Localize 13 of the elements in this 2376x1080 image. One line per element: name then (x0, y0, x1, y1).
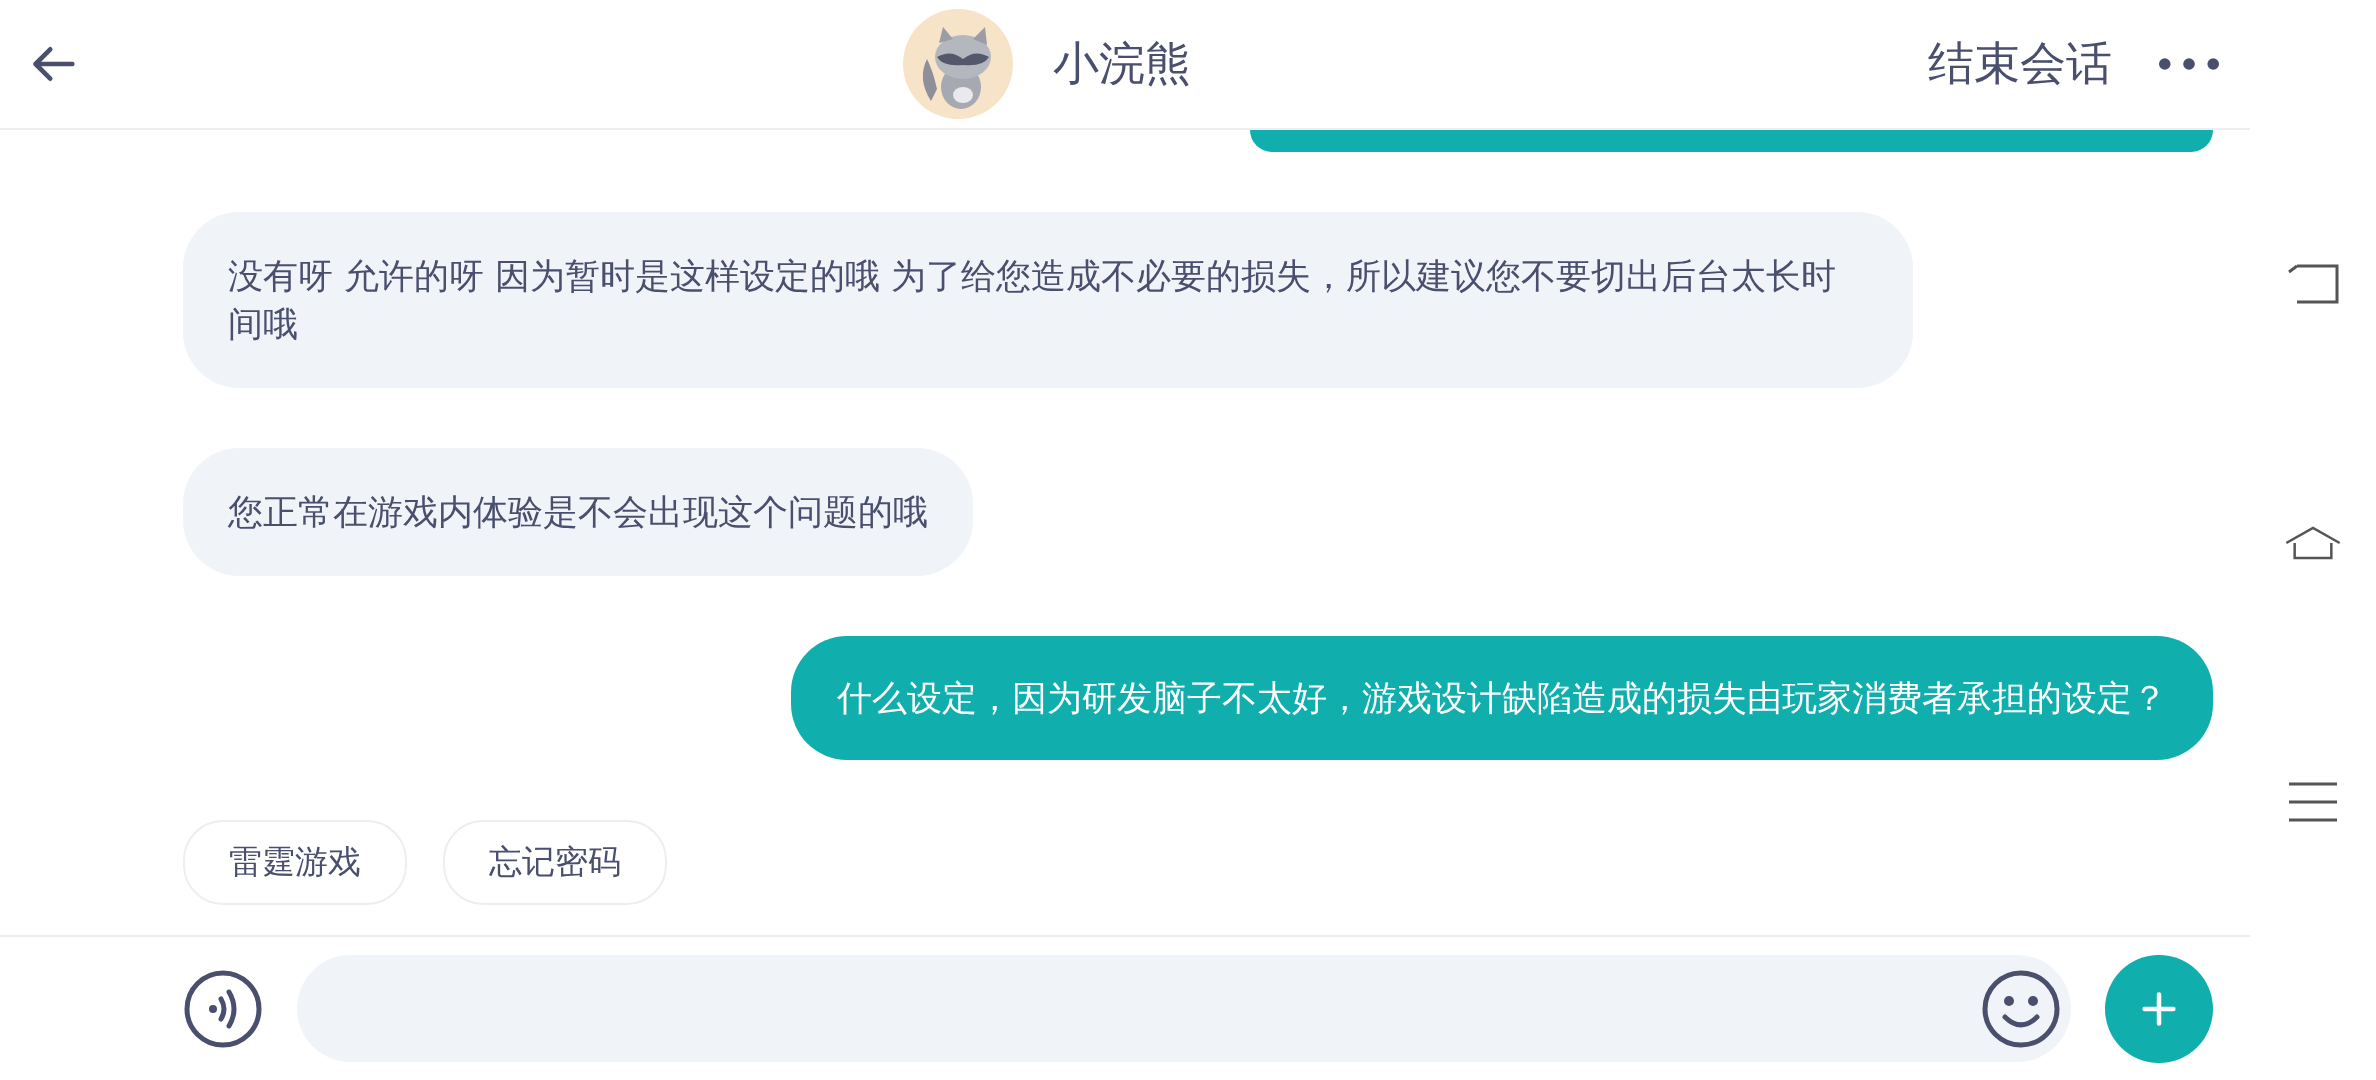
quick-reply-button[interactable]: 忘记密码 (443, 820, 667, 905)
message-bubble: 什么设定，因为研发脑子不太好，游戏设计缺陷造成的损失由玩家消费者承担的设定？ (791, 636, 2213, 760)
raccoon-avatar-icon (903, 9, 1013, 119)
message-bubble: 您正常在游戏内体验是不会出现这个问题的哦 (183, 448, 973, 576)
back-icon[interactable] (30, 44, 76, 84)
message-bubble: 没有呀 允许的呀 因为暂时是这样设定的哦 为了给您造成不必要的损失，所以建议您不要切出后台太长时间哦 (183, 212, 1913, 388)
end-chat-button[interactable]: 结束会话 (1928, 33, 2112, 95)
plus-icon (2141, 990, 2177, 1027)
more-icon[interactable] (2158, 57, 2220, 71)
emoji-icon[interactable] (1981, 968, 2061, 1049)
quick-reply-button[interactable]: 雷霆游戏 (183, 820, 407, 905)
voice-icon[interactable] (183, 968, 263, 1049)
chat-title: 小浣熊 (1053, 35, 1191, 92)
